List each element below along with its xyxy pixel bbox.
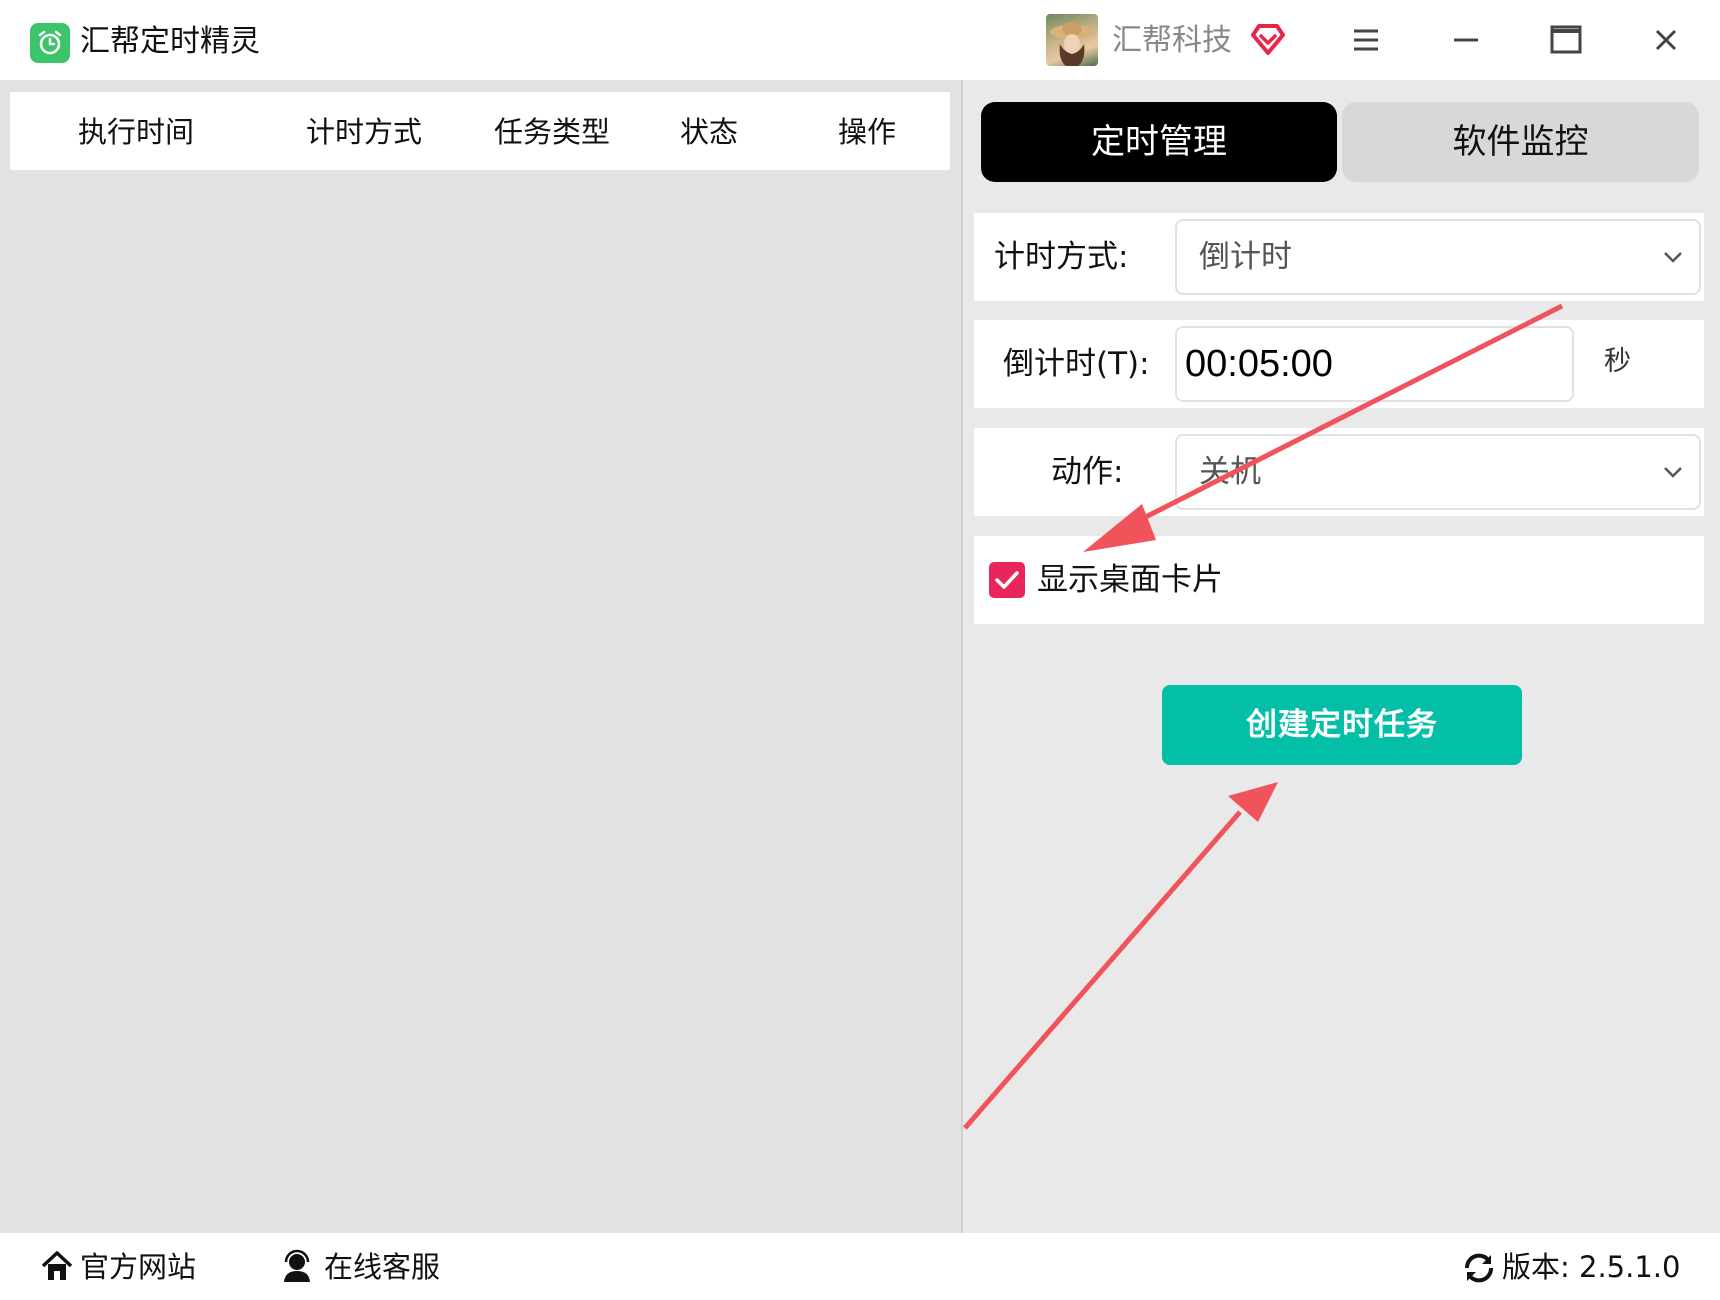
chevron-down-icon bbox=[1661, 460, 1685, 488]
online-support-label: 在线客服 bbox=[324, 1250, 441, 1284]
tab-timer-management[interactable]: 定时管理 bbox=[981, 102, 1337, 182]
show-desktop-card-row: 显示桌面卡片 bbox=[974, 536, 1704, 624]
create-timer-task-button[interactable]: 创建定时任务 bbox=[1162, 685, 1522, 765]
countdown-time-input[interactable] bbox=[1175, 326, 1574, 402]
countdown-label: 倒计时(T): bbox=[1003, 346, 1150, 382]
home-icon bbox=[40, 1249, 74, 1287]
title-bar: 汇帮定时精灵 汇帮科技 bbox=[0, 0, 1720, 80]
show-desktop-card-label[interactable]: 显示桌面卡片 bbox=[1037, 558, 1223, 602]
action-value: 关机 bbox=[1199, 454, 1261, 490]
action-row: 动作: 关机 bbox=[974, 428, 1704, 516]
user-name[interactable]: 汇帮科技 bbox=[1112, 19, 1232, 63]
refresh-icon bbox=[1462, 1251, 1496, 1289]
customer-service-icon bbox=[280, 1249, 314, 1287]
app-title: 汇帮定时精灵 bbox=[80, 24, 260, 59]
timing-mode-select[interactable]: 倒计时 bbox=[1175, 219, 1701, 295]
close-icon[interactable] bbox=[1646, 20, 1686, 60]
task-table-header: 执行时间 计时方式 任务类型 状态 操作 bbox=[10, 92, 950, 170]
settings-panel: 定时管理 软件监控 计时方式: 倒计时 倒计时(T): 秒 动作: 关机 显示桌… bbox=[963, 80, 1720, 1233]
column-header-execute-time: 执行时间 bbox=[78, 115, 195, 149]
tab-software-monitor[interactable]: 软件监控 bbox=[1342, 102, 1699, 182]
status-bar: 官方网站 在线客服 版本: 2.5.1.0 bbox=[0, 1233, 1720, 1300]
column-header-status: 状态 bbox=[680, 115, 739, 149]
maximize-icon[interactable] bbox=[1546, 20, 1586, 60]
action-label: 动作: bbox=[1051, 454, 1124, 490]
task-list-panel: 执行时间 计时方式 任务类型 状态 操作 bbox=[0, 80, 962, 1233]
action-select[interactable]: 关机 bbox=[1175, 434, 1701, 510]
minimize-icon[interactable] bbox=[1446, 20, 1486, 60]
countdown-row: 倒计时(T): 秒 bbox=[974, 320, 1704, 408]
timing-mode-label: 计时方式: bbox=[994, 239, 1129, 275]
timing-mode-row: 计时方式: 倒计时 bbox=[974, 213, 1704, 301]
show-desktop-card-checkbox[interactable] bbox=[989, 562, 1025, 598]
official-website-label: 官方网站 bbox=[80, 1250, 197, 1284]
column-header-actions: 操作 bbox=[838, 115, 897, 149]
version-label: 版本: 2.5.1.0 bbox=[1502, 1250, 1681, 1284]
column-header-task-type: 任务类型 bbox=[494, 115, 611, 149]
vip-diamond-icon[interactable] bbox=[1250, 22, 1286, 60]
alarm-clock-icon bbox=[30, 23, 70, 63]
hamburger-menu-icon[interactable] bbox=[1346, 20, 1386, 60]
user-avatar[interactable] bbox=[1046, 14, 1098, 66]
column-header-timing-mode: 计时方式 bbox=[306, 115, 423, 149]
chevron-down-icon bbox=[1661, 245, 1685, 273]
countdown-unit-label: 秒 bbox=[1604, 346, 1631, 377]
timing-mode-value: 倒计时 bbox=[1199, 239, 1292, 275]
